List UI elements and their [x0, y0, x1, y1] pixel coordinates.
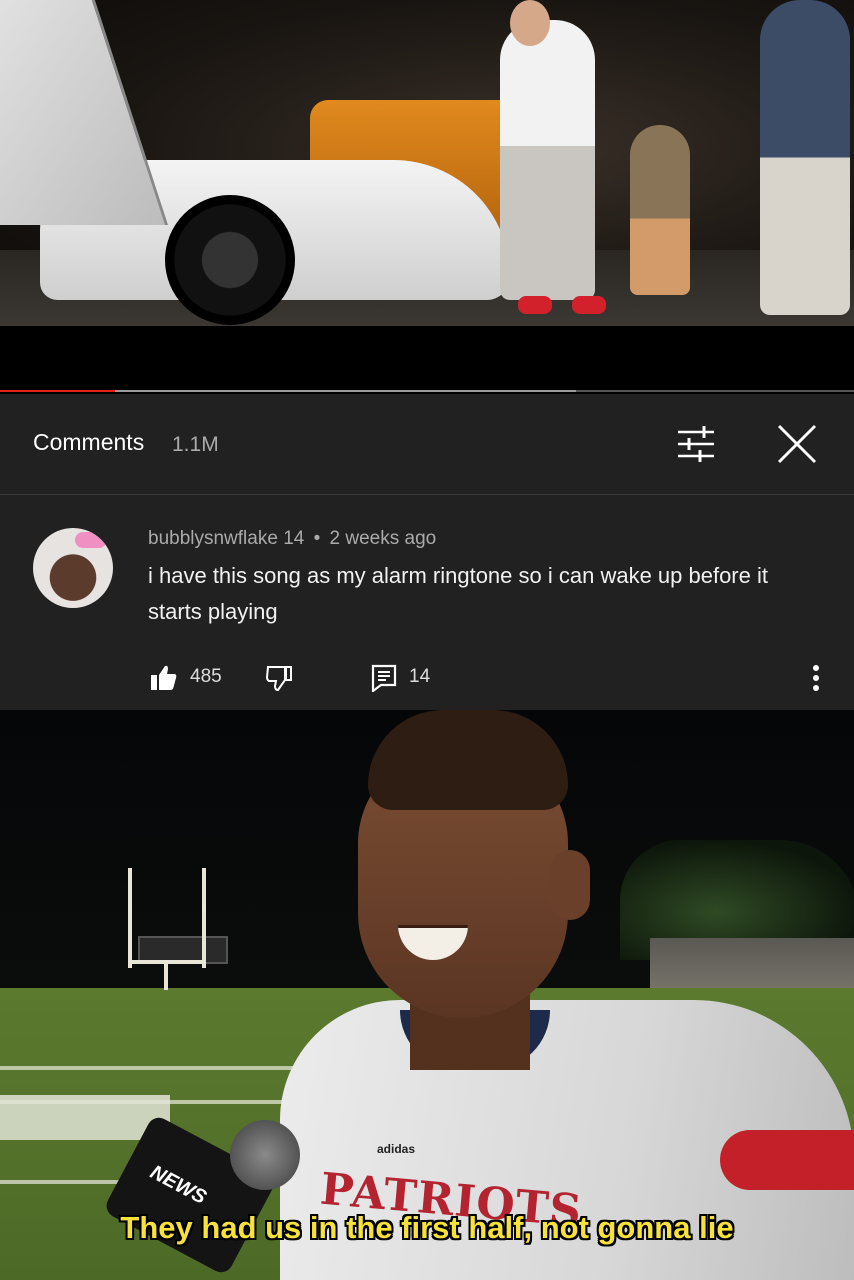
goal-base — [164, 960, 168, 990]
comments-panel: Comments 1.1M bubblysnwflake 14 • 2 week… — [0, 394, 854, 710]
reply-icon[interactable] — [370, 664, 398, 692]
goal-post — [128, 868, 132, 968]
thumbs-down-icon[interactable] — [265, 664, 293, 692]
video-player[interactable] — [0, 0, 854, 392]
comment-time: 2 weeks ago — [329, 528, 437, 549]
red-shoe — [572, 296, 606, 314]
goal-post — [202, 868, 206, 968]
sort-filter-icon[interactable] — [676, 424, 716, 464]
red-shoe — [518, 296, 552, 314]
meme-image: adidas PATRIOTS NEWS They had us in the … — [0, 710, 854, 1280]
ear — [550, 850, 590, 920]
thumbs-up-icon[interactable] — [150, 664, 178, 692]
hair — [368, 710, 568, 810]
person-girl — [630, 125, 690, 295]
close-icon[interactable] — [775, 422, 819, 466]
avatar[interactable] — [33, 528, 113, 608]
meta-separator: • — [313, 528, 321, 549]
field-line — [0, 1066, 300, 1070]
video-progress-bar[interactable] — [0, 390, 854, 392]
comment-author[interactable]: bubblysnwflake 14 — [148, 528, 304, 549]
more-vert-icon[interactable] — [806, 662, 826, 694]
like-count: 485 — [190, 666, 222, 687]
person-main — [500, 20, 595, 300]
video-frame — [0, 0, 854, 326]
comments-title: Comments — [33, 429, 145, 455]
mic-head — [230, 1120, 300, 1190]
progress-played — [0, 390, 116, 392]
comment-meta: bubblysnwflake 14 • 2 weeks ago — [148, 528, 436, 550]
person-main-head — [510, 0, 550, 46]
brand-logo: adidas — [377, 1142, 416, 1156]
avatar-bow — [75, 532, 107, 548]
jersey-stripe — [720, 1130, 854, 1190]
meme-caption: They had us in the first half, not gonna… — [120, 1210, 734, 1245]
person-right — [760, 0, 850, 315]
car-door — [0, 0, 168, 225]
comments-header: Comments 1.1M — [0, 394, 854, 495]
reply-count: 14 — [409, 666, 431, 687]
comments-count: 1.1M — [172, 433, 219, 456]
comment-text: i have this song as my alarm ringtone so… — [148, 563, 768, 624]
car-wheel — [165, 195, 295, 325]
football-player: adidas PATRIOTS — [280, 710, 854, 1280]
